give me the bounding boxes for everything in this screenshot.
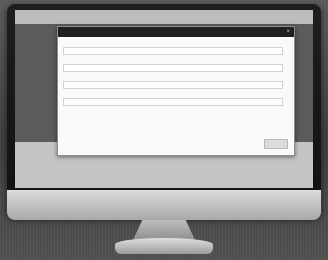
contact-modal: ×: [57, 26, 295, 156]
monitor-chin: [7, 190, 321, 220]
page-header: [15, 10, 313, 24]
close-icon[interactable]: ×: [286, 27, 290, 37]
form-field: [63, 92, 289, 106]
modal-body: [58, 37, 294, 106]
form-input[interactable]: [63, 81, 283, 89]
modal-titlebar: ×: [58, 27, 294, 37]
monitor-screen: ×: [15, 10, 313, 188]
form-input[interactable]: [63, 47, 283, 55]
form-input[interactable]: [63, 98, 283, 106]
form-field: [63, 75, 289, 89]
form-field: [63, 58, 289, 72]
monitor-stand-base: [115, 238, 213, 254]
form-input[interactable]: [63, 64, 283, 72]
submit-button[interactable]: [264, 139, 288, 149]
form-field: [63, 41, 289, 55]
monitor-stand-neck: [133, 220, 195, 240]
